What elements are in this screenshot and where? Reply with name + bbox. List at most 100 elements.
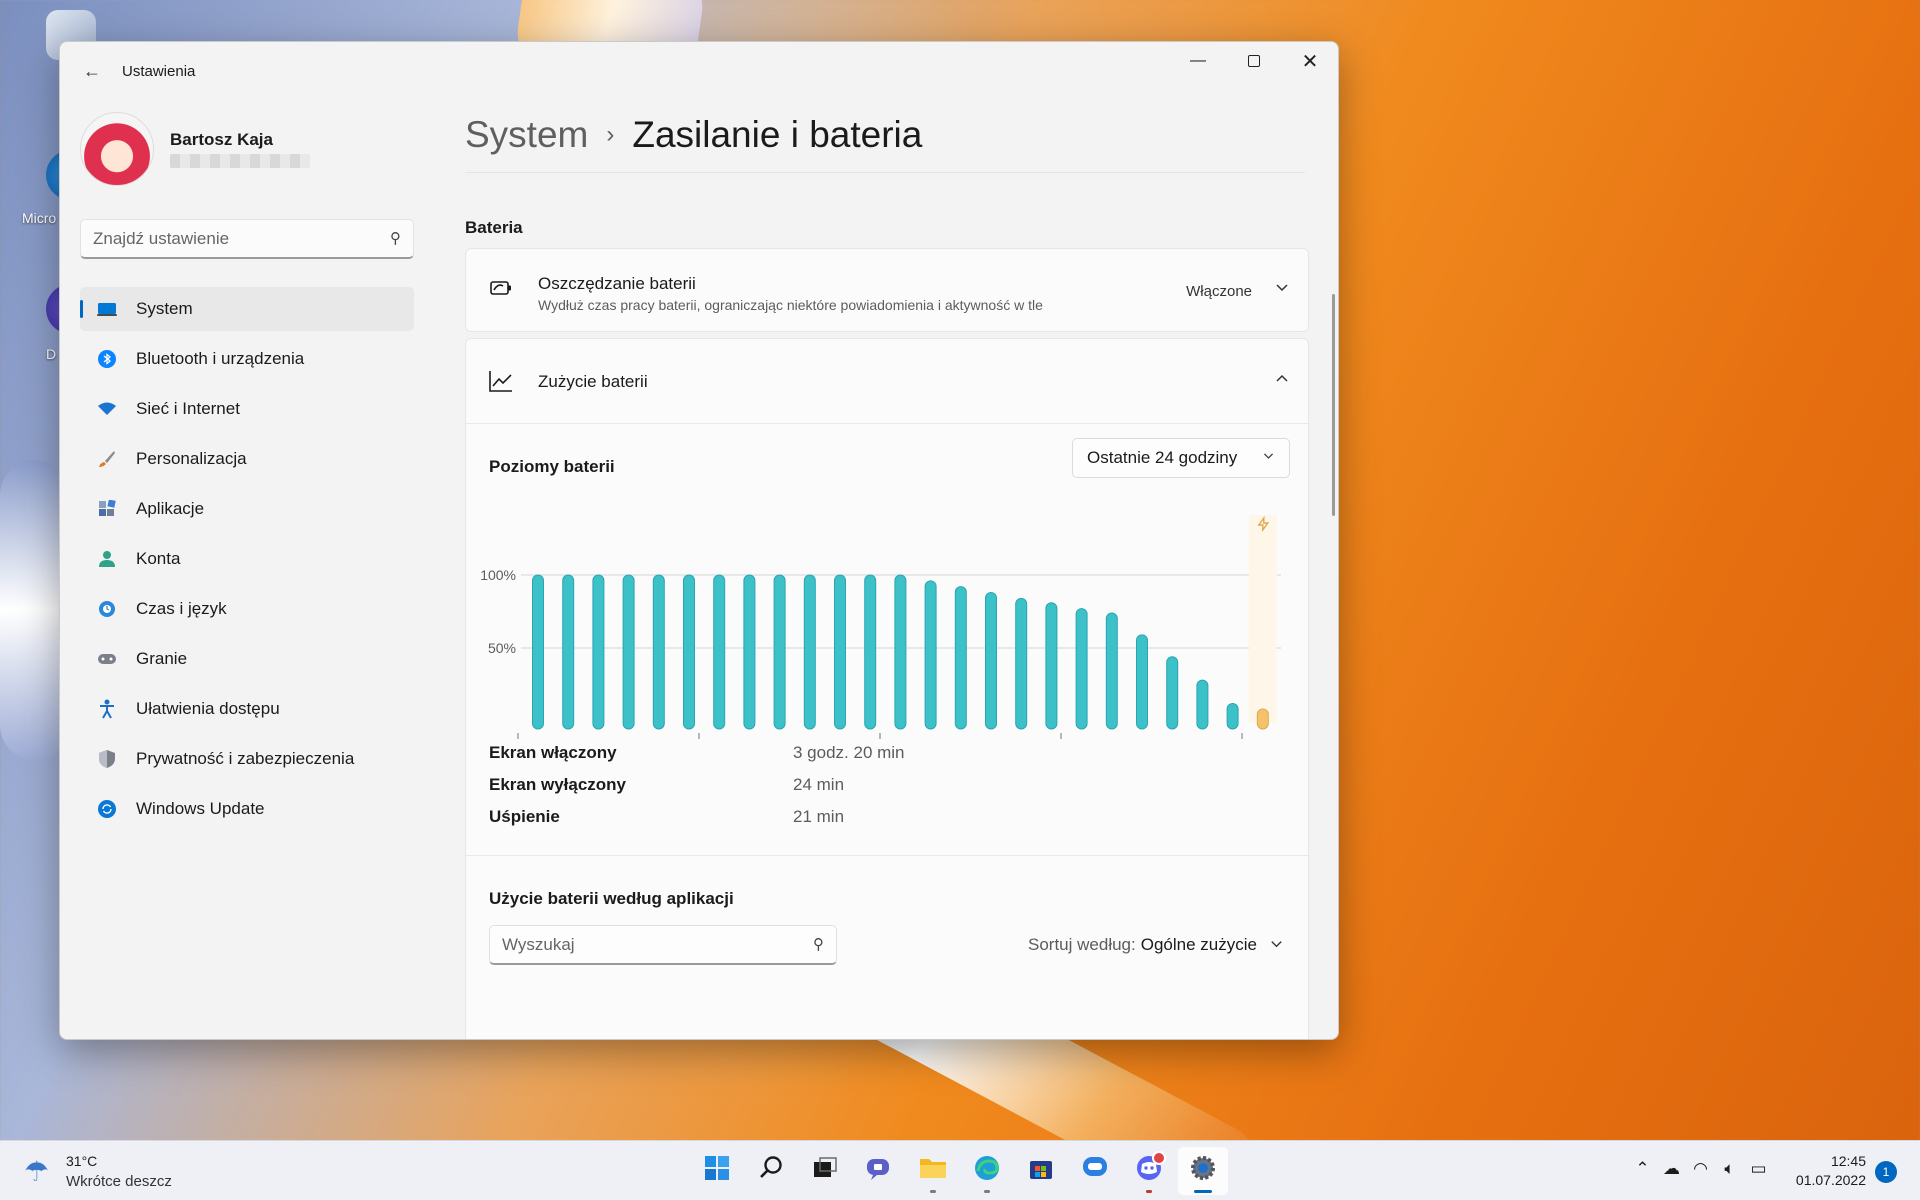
search-icon: ⚲ [813,936,824,953]
sidebar-item-brush[interactable]: Personalizacja [80,437,414,481]
stat-value: 3 godz. 20 min [793,743,905,762]
chevron-down-icon[interactable] [1274,279,1290,300]
person-icon [94,548,120,570]
shield-icon [94,748,120,770]
sidebar-item-label: Aplikacje [136,499,205,518]
system-tray: ⌃ ☁ ◠ 🔈︎ ▭ [1628,1159,1773,1179]
sidebar-item-bluetooth[interactable]: Bluetooth i urządzenia [80,337,414,381]
avatar[interactable] [80,112,154,186]
sidebar-item-label: Sieć i Internet [136,399,240,418]
task-view-button[interactable] [800,1147,850,1195]
weather-temperature[interactable]: 31°C [66,1153,97,1169]
sidebar-item-label: Czas i język [136,599,227,618]
profile-email-redacted [170,154,310,168]
sidebar-item-laptop[interactable]: System [80,287,414,331]
search-icon: ⚲ [390,230,401,247]
sidebar-item-apps[interactable]: Aplikacje [80,487,414,531]
sidebar-item-gamepad[interactable]: Granie [80,637,414,681]
sidebar-item-accessibility[interactable]: Ułatwienia dostępu [80,687,414,731]
battery-saver-state: Włączone [1186,283,1252,300]
sidebar-item-label: Personalizacja [136,449,247,468]
sidebar-item-globe-clock[interactable]: Czas i język [80,587,414,631]
battery-level-bar [1045,602,1058,730]
chevron-down-icon [1262,449,1275,465]
settings-button[interactable] [1178,1147,1228,1195]
content-scrollbar[interactable] [1332,294,1335,516]
chevron-up-icon[interactable]: ⌃ [1628,1159,1657,1179]
battery-level-bar [1196,679,1209,730]
card-divider [466,423,1308,424]
notification-badge[interactable]: 1 [1875,1161,1897,1183]
stat-row: Ekran wyłączony 24 min [489,769,1189,801]
search-button[interactable] [746,1147,796,1195]
sidebar-item-label: System [136,299,193,318]
battery-usage-title[interactable]: Zużycie baterii [538,372,648,392]
teams-button[interactable] [854,1147,904,1195]
rain-umbrella-icon[interactable]: ☂ [24,1155,49,1188]
arrow-left-icon: ← [83,60,101,81]
chevron-down-icon [1269,936,1284,955]
edge-button[interactable] [962,1147,1012,1195]
app-search-input[interactable] [490,926,836,963]
maximize-button[interactable] [1226,42,1282,80]
gamepad-icon [94,648,120,670]
battery-level-bar [924,580,937,730]
battery-level-bar [1015,597,1028,730]
close-button[interactable]: ✕ [1282,42,1338,80]
battery-levels-title: Poziomy baterii [489,457,615,476]
desktop-icon-label: Micro [22,210,57,226]
battery-usage-card: Zużycie baterii Poziomy baterii Ostatnie… [465,338,1309,1039]
discord-button[interactable] [1124,1147,1174,1195]
header-divider [465,172,1305,173]
onedrive-cloud-icon[interactable]: ☁ [1657,1159,1686,1179]
sort-dropdown[interactable]: Sortuj według: Ogólne zużycie [1028,935,1284,955]
running-indicator [1146,1190,1152,1193]
back-button[interactable]: ← [74,56,110,86]
weather-description[interactable]: Wkrótce deszcz [66,1173,172,1190]
chevron-up-icon[interactable] [1274,371,1290,392]
line-chart-icon [488,369,514,399]
settings-search: ⚲ [80,219,414,259]
stat-value: 21 min [793,807,845,826]
running-indicator [1194,1190,1212,1193]
volume-icon[interactable]: 🔈︎ [1715,1159,1744,1179]
stat-label: Uśpienie [489,807,560,826]
battery-level-bar [803,574,816,730]
battery-saver-card[interactable]: Oszczędzanie baterii Wydłuż czas pracy b… [465,248,1309,332]
sidebar-item-shield[interactable]: Prywatność i zabezpieczenia [80,737,414,781]
minimize-icon: — [1190,52,1206,69]
settings-search-input[interactable] [81,220,413,257]
current-battery-bar [1256,708,1269,730]
wifi-icon[interactable]: ◠ [1686,1159,1715,1179]
stat-row: Uśpienie 21 min [489,801,1189,833]
chat-button[interactable] [1070,1147,1120,1195]
windows-logo-icon [704,1155,730,1188]
explorer-button[interactable] [908,1147,958,1195]
sidebar-item-person[interactable]: Konta [80,537,414,581]
maximize-icon [1248,55,1260,67]
battery-level-bar [562,574,575,730]
period-dropdown-value: Ostatnie 24 godziny [1087,448,1238,467]
sidebar-item-label: Konta [136,549,181,568]
battery-charging-icon[interactable]: ▭ [1744,1159,1773,1179]
battery-level-bar [1166,656,1179,730]
sidebar-item-label: Bluetooth i urządzenia [136,349,305,368]
battery-level-bar [713,574,726,730]
period-dropdown[interactable]: Ostatnie 24 godziny [1072,438,1290,478]
close-icon: ✕ [1301,50,1319,73]
desktop-icon-label: D [46,346,57,362]
battery-level-bar [773,574,786,730]
store-icon [1028,1155,1054,1188]
battery-saver-icon [488,277,514,305]
start-button[interactable] [692,1147,742,1195]
sidebar-item-wifi[interactable]: Sieć i Internet [80,387,414,431]
clock[interactable]: 12:45 01.07.2022 [1792,1152,1866,1190]
store-button[interactable] [1016,1147,1066,1195]
battery-level-bar [743,574,756,730]
minimize-button[interactable]: — [1170,42,1226,80]
teams-icon [865,1155,893,1188]
breadcrumb-separator: › [606,121,615,148]
stat-value: 24 min [793,775,845,794]
breadcrumb-parent[interactable]: System [465,114,588,156]
sidebar-item-update[interactable]: Windows Update [80,787,414,831]
